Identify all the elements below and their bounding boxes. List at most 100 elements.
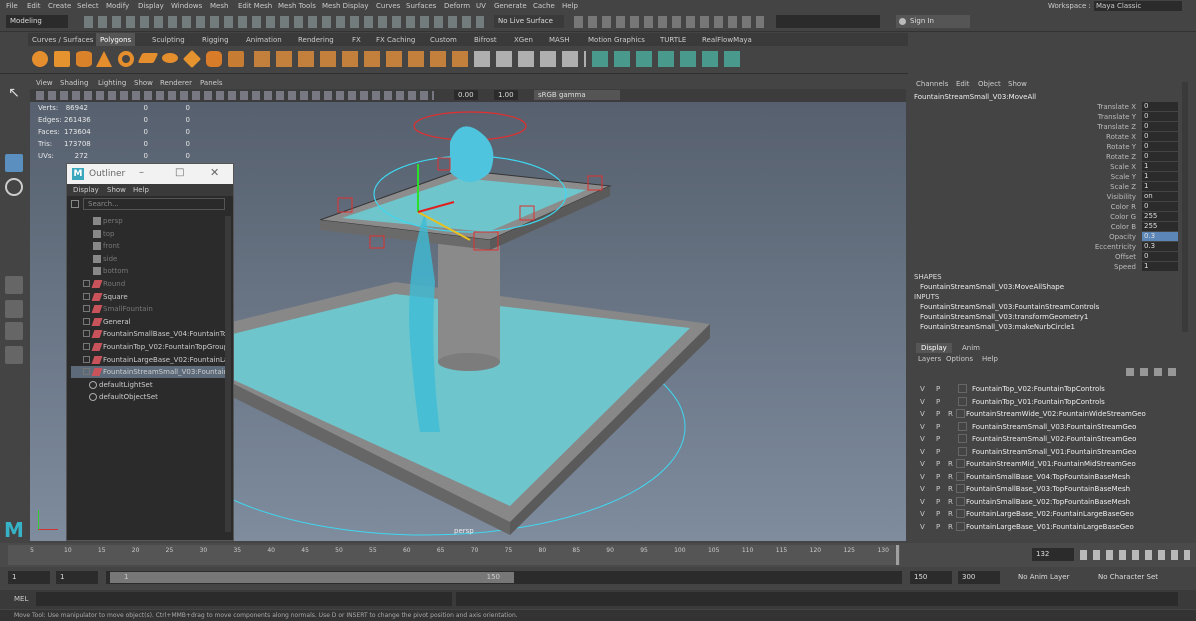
tab-fx-caching[interactable]: FX Caching — [376, 36, 415, 44]
poly-torus-icon[interactable] — [118, 51, 134, 67]
range-slider[interactable]: 1 150 — [106, 571, 902, 584]
tab-xgen[interactable]: XGen — [514, 36, 533, 44]
scene-start-field[interactable]: 1 — [8, 571, 50, 584]
tab-animation[interactable]: Animation — [246, 36, 282, 44]
input-node-1[interactable]: FountainStreamSmall_V03:FountainStreamCo… — [920, 303, 1099, 311]
attribute-name[interactable]: Color B — [1058, 223, 1136, 231]
view-menu-shading[interactable]: Shading — [60, 79, 88, 87]
layer-row[interactable]: V P FountainTop_V01:FountainTopControls — [912, 396, 1182, 408]
attribute-value[interactable]: 1 — [1142, 262, 1178, 271]
menu-file[interactable]: File — [6, 2, 18, 10]
attribute-name[interactable]: Speed — [1058, 263, 1136, 271]
view-menu-renderer[interactable]: Renderer — [160, 79, 192, 87]
menu-curves[interactable]: Curves — [376, 2, 400, 10]
menu-edit-mesh[interactable]: Edit Mesh — [238, 2, 272, 10]
outliner-item[interactable]: FountainSmallBase_V04:FountainTopE — [71, 328, 227, 340]
layer-r-toggle[interactable]: R — [948, 473, 953, 481]
layout-four-icon[interactable] — [5, 300, 23, 318]
paint-select-icon[interactable] — [5, 132, 23, 150]
layout-single-icon[interactable] — [5, 276, 23, 294]
rotate-tool-icon[interactable] — [5, 178, 23, 196]
layer-v-toggle[interactable]: V — [920, 473, 925, 481]
layer-p-toggle[interactable]: P — [936, 498, 940, 506]
layer-v-toggle[interactable]: V — [920, 385, 925, 393]
menu-display[interactable]: Display — [138, 2, 164, 10]
view-menu-view[interactable]: View — [36, 79, 53, 87]
current-frame-field[interactable]: 132 — [1032, 548, 1074, 561]
outliner-menu-display[interactable]: Display — [73, 186, 99, 194]
layer-row[interactable]: V P R FountainStreamMid_V01:FountainMidStre… — [912, 458, 1182, 470]
outliner-item[interactable]: bottom — [71, 265, 227, 277]
expand-icon[interactable] — [83, 330, 90, 338]
expand-icon[interactable] — [83, 292, 90, 300]
maximize-icon[interactable]: □ — [175, 167, 184, 178]
platonic-icon[interactable] — [182, 49, 202, 69]
layer-row[interactable]: V P FountainStreamSmall_V01:FountainStream… — [912, 446, 1182, 458]
layer-p-toggle[interactable]: P — [936, 423, 940, 431]
attribute-name[interactable]: Eccentricity — [1058, 243, 1136, 251]
attribute-name[interactable]: Scale Z — [1058, 183, 1136, 191]
layer-color-swatch[interactable] — [958, 384, 967, 393]
menu-mesh-display[interactable]: Mesh Display — [322, 2, 368, 10]
close-icon[interactable]: ✕ — [210, 166, 219, 179]
super-shape-icon[interactable] — [206, 51, 222, 67]
outliner-item[interactable]: front — [71, 240, 227, 252]
layer-color-swatch[interactable] — [956, 509, 965, 518]
layer-row[interactable]: V P R FountainSmallBase_V02:TopFountainBase… — [912, 496, 1182, 508]
channels-object-menu[interactable]: Object — [978, 80, 1001, 88]
attribute-name[interactable]: Rotate Y — [1058, 143, 1136, 151]
outliner-item[interactable]: side — [71, 253, 227, 265]
menu-windows[interactable]: Windows — [171, 2, 202, 10]
attribute-name[interactable]: Color R — [1058, 203, 1136, 211]
workspace-select[interactable]: Maya Classic — [1094, 1, 1182, 11]
exposure-field[interactable]: 0.00 — [454, 90, 478, 100]
attribute-value[interactable]: 0 — [1142, 142, 1178, 151]
layer-color-swatch[interactable] — [958, 446, 967, 456]
layer-row[interactable]: V P R FountainSmallBase_V04:TopFountainBase… — [912, 471, 1182, 483]
scene-end-field[interactable]: 300 — [958, 571, 1000, 584]
time-slider[interactable]: 5 10 15 20 25 30 35 40 45 50 55 60 65 70 75 80 85 90 95 100… — [0, 543, 1196, 567]
attribute-name[interactable]: Color G — [1058, 213, 1136, 221]
svg-icon[interactable] — [228, 51, 244, 67]
tab-display-layers[interactable]: Display — [916, 343, 952, 353]
timeline-track[interactable] — [8, 545, 900, 565]
view-menu-show[interactable]: Show — [134, 79, 153, 87]
menu-create[interactable]: Create — [48, 2, 71, 10]
layer-v-toggle[interactable]: V — [920, 410, 925, 418]
outliner-item[interactable]: SmallFountain — [71, 303, 227, 315]
outliner-item[interactable]: defaultLightSet — [71, 379, 227, 391]
tab-curves-surfaces[interactable]: Curves / Surfaces — [32, 36, 93, 44]
menu-uv[interactable]: UV — [476, 2, 486, 10]
outliner-item[interactable]: General — [71, 316, 227, 328]
layer-color-swatch[interactable] — [958, 434, 967, 443]
layer-p-toggle[interactable]: P — [936, 473, 940, 481]
layer-v-toggle[interactable]: V — [920, 435, 925, 443]
layer-row[interactable]: V P R FountainSmallBase_V03:TopFountainBase… — [912, 483, 1182, 495]
menu-surfaces[interactable]: Surfaces — [406, 2, 436, 10]
layer-p-toggle[interactable]: P — [936, 523, 940, 531]
tab-fx[interactable]: FX — [352, 36, 361, 44]
attribute-value[interactable]: 0.3 — [1142, 242, 1178, 251]
menu-edit[interactable]: Edit — [27, 2, 41, 10]
shape-node[interactable]: FountainStreamSmall_V03:MoveAllShape — [920, 283, 1064, 291]
layer-r-toggle[interactable]: R — [948, 460, 953, 468]
layer-r-toggle[interactable]: R — [948, 523, 953, 531]
view-menu-lighting[interactable]: Lighting — [98, 79, 126, 87]
move-tool-icon[interactable] — [5, 154, 23, 172]
layer-row[interactable]: V P R FountainStreamWide_V02:FountainWideSt… — [912, 408, 1182, 420]
colorspace-select[interactable]: sRGB gamma — [534, 90, 620, 100]
view-menu-panels[interactable]: Panels — [200, 79, 223, 87]
layer-v-toggle[interactable]: V — [920, 460, 925, 468]
layer-p-toggle[interactable]: P — [936, 398, 940, 406]
attribute-value[interactable]: 1 — [1142, 162, 1178, 171]
range-handle[interactable]: 1 150 — [110, 572, 514, 583]
outliner-window[interactable]: M Outliner – □ ✕ Display Show Help Searc… — [66, 163, 234, 541]
tab-mash[interactable]: MASH — [549, 36, 570, 44]
input-node-2[interactable]: FountainStreamSmall_V03:transformGeometr… — [920, 313, 1088, 321]
input-node-3[interactable]: FountainStreamSmall_V03:makeNurbCircle1 — [920, 323, 1075, 331]
scale-tool-icon[interactable] — [5, 202, 23, 220]
layer-color-swatch[interactable] — [956, 496, 965, 506]
layer-p-toggle[interactable]: P — [936, 460, 940, 468]
attribute-name[interactable]: Rotate X — [1058, 133, 1136, 141]
attribute-value[interactable]: 1 — [1142, 182, 1178, 191]
